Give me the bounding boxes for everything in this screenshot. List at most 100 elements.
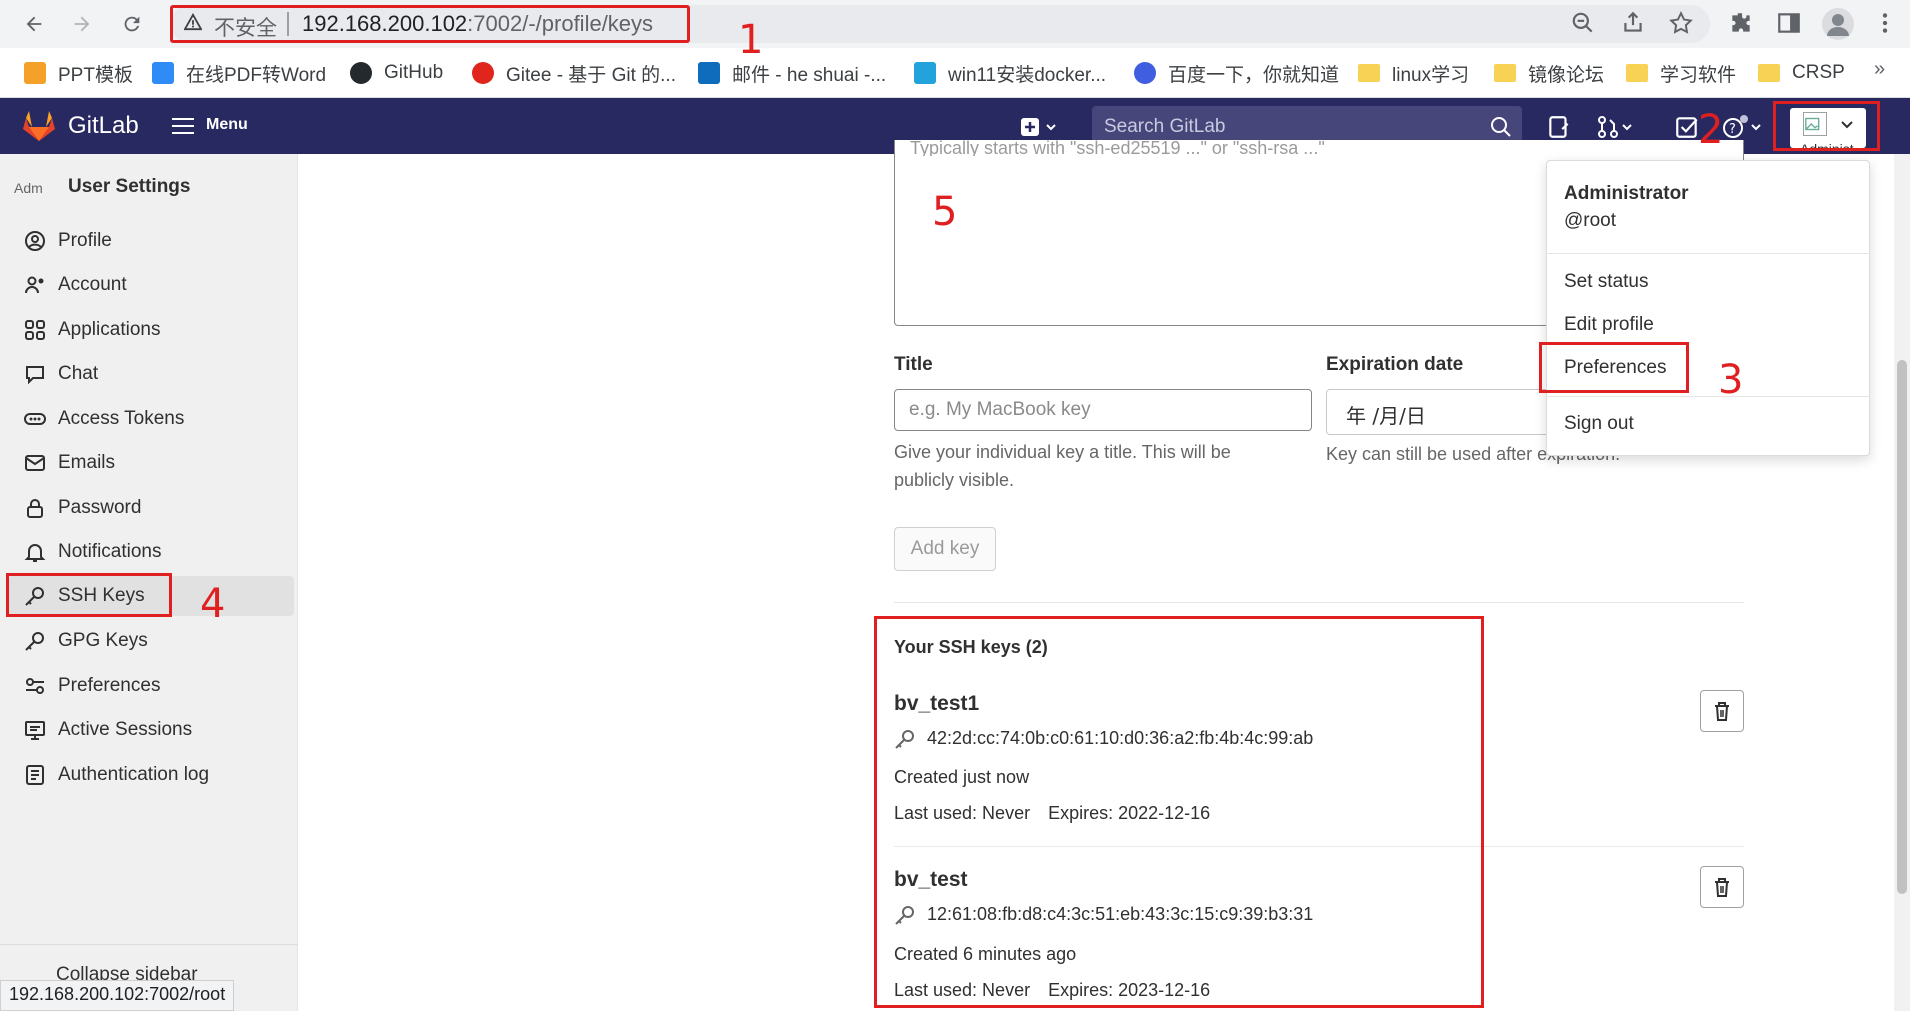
bookmark-label: GitHub — [384, 62, 444, 83]
sidebar-item-label: Authentication log — [58, 764, 210, 785]
sidebar-item-emails[interactable]: Emails — [8, 443, 294, 483]
trash-icon — [1715, 702, 1729, 721]
sidebar-item-label: Profile — [58, 230, 112, 251]
sidebar-item-active-sessions[interactable]: Active Sessions — [8, 710, 294, 750]
folder-icon — [1358, 64, 1380, 82]
svg-text:?: ? — [1729, 122, 1736, 137]
gitlab-brand[interactable]: GitLab — [68, 112, 139, 140]
bookmark-mail[interactable]: 邮件 - he shuai -... — [698, 60, 886, 86]
annotation-box-4 — [6, 573, 172, 617]
annotation-number-2: 2 — [1698, 107, 1724, 153]
sidebar-item-gpg-keys[interactable]: GPG Keys — [8, 621, 294, 661]
annotation-box-2 — [1773, 101, 1880, 151]
forward-icon[interactable] — [66, 8, 98, 40]
sidebar-item-label: Active Sessions — [58, 719, 193, 740]
chrome-menu-icon[interactable] — [1872, 10, 1900, 38]
title-input[interactable] — [894, 389, 1312, 431]
expiration-label: Expiration date — [1326, 354, 1464, 375]
sidebar-item-chat[interactable]: Chat — [8, 354, 294, 394]
star-icon[interactable] — [1668, 10, 1696, 38]
share-icon[interactable] — [1620, 10, 1648, 38]
bookmark-label: CRSP — [1792, 62, 1845, 83]
hamburger-icon[interactable] — [172, 116, 194, 136]
sidebar-avatar: Adm — [14, 180, 43, 196]
bookmark-github[interactable]: GitHub — [350, 60, 443, 86]
bookmark-pdf[interactable]: 在线PDF转Word — [152, 60, 326, 86]
bookmark-crsp[interactable]: CRSP — [1758, 60, 1845, 86]
dropdown-user-name[interactable]: Administrator — [1564, 183, 1689, 205]
set-status-item[interactable]: Set status — [1564, 271, 1649, 293]
sidebar-item-label: GPG Keys — [58, 630, 148, 651]
edit-profile-item[interactable]: Edit profile — [1564, 314, 1654, 336]
bookmark-label: 百度一下，你就知道 — [1168, 64, 1340, 86]
bookmark-mirror[interactable]: 镜像论坛 — [1494, 60, 1604, 86]
bookmark-label: win11安装docker... — [948, 64, 1107, 86]
bookmark-docker[interactable]: win11安装docker... — [914, 60, 1106, 86]
sidebar-item-account[interactable]: Account — [8, 265, 294, 305]
zoom-icon[interactable] — [1570, 10, 1598, 38]
bookmark-label: 在线PDF转Word — [186, 64, 327, 86]
account-icon — [24, 274, 46, 296]
email-icon — [24, 452, 46, 474]
folder-icon — [1758, 64, 1780, 82]
trash-icon — [1715, 878, 1729, 897]
add-key-button[interactable]: Add key — [894, 527, 996, 571]
menu-button[interactable]: Menu — [206, 116, 248, 134]
bookmarks-more-icon[interactable]: » — [1874, 58, 1885, 81]
bell-icon — [24, 541, 46, 563]
bookmark-baidu[interactable]: 百度一下，你就知道 — [1134, 60, 1339, 86]
sidebar-item-password[interactable]: Password — [8, 488, 294, 528]
annotation-number-1: 1 — [738, 17, 764, 63]
annotation-box-3 — [1539, 342, 1689, 393]
chrome-profile-icon[interactable] — [1822, 8, 1854, 40]
new-dropdown-icon[interactable] — [1020, 116, 1060, 138]
folder-icon — [1494, 64, 1516, 82]
sidebar-item-label: Account — [58, 274, 127, 295]
side-panel-icon[interactable] — [1776, 10, 1804, 38]
divider — [1546, 396, 1870, 397]
bookmark-label: PPT模板 — [58, 64, 133, 86]
chat-icon — [24, 363, 46, 385]
log-icon — [24, 764, 46, 786]
applications-icon — [24, 319, 46, 341]
sidebar-title[interactable]: User Settings — [68, 176, 190, 198]
sidebar-item-notifications[interactable]: Notifications — [8, 532, 294, 572]
back-icon[interactable] — [18, 8, 50, 40]
sidebar-item-label: Applications — [58, 319, 161, 340]
sidebar-item-applications[interactable]: Applications — [8, 310, 294, 350]
preferences-icon — [24, 675, 46, 697]
gitee-icon — [472, 62, 494, 84]
bookmark-software[interactable]: 学习软件 — [1626, 60, 1736, 86]
search-icon[interactable] — [1490, 116, 1512, 138]
bookmark-ppt[interactable]: PPT模板 — [24, 60, 133, 86]
sidebar-item-label: Notifications — [58, 541, 162, 562]
folder-icon — [1626, 64, 1648, 82]
reload-icon[interactable] — [116, 8, 148, 40]
bookmark-gitee[interactable]: Gitee - 基于 Git 的... — [472, 60, 676, 86]
annotation-number-3: 3 — [1718, 357, 1744, 403]
pdf-icon — [152, 62, 174, 84]
expiration-date-value: 年 /月/日 — [1346, 404, 1426, 428]
bilibili-icon — [914, 62, 936, 84]
profile-icon — [24, 230, 46, 252]
sidebar-item-access-tokens[interactable]: Access Tokens — [8, 399, 294, 439]
sidebar-item-profile[interactable]: Profile — [8, 221, 294, 261]
bookmark-linux[interactable]: linux学习 — [1358, 60, 1469, 86]
bookmark-label: linux学习 — [1392, 64, 1470, 86]
sidebar-item-authentication-log[interactable]: Authentication log — [8, 755, 294, 795]
sidebar-item-label: Chat — [58, 363, 99, 384]
bookmark-label: 镜像论坛 — [1528, 64, 1605, 86]
delete-key-button[interactable] — [1700, 866, 1744, 908]
baidu-icon — [1134, 62, 1156, 84]
bookmark-label: 邮件 - he shuai -... — [732, 64, 887, 86]
sign-out-item[interactable]: Sign out — [1564, 413, 1634, 435]
sidebar-item-label: Emails — [58, 452, 116, 473]
delete-key-button[interactable] — [1700, 690, 1744, 732]
gitlab-logo-icon[interactable] — [22, 110, 56, 142]
annotation-number-4: 4 — [200, 581, 226, 627]
annotation-box-keys — [874, 616, 1484, 1008]
sidebar-item-preferences[interactable]: Preferences — [8, 666, 294, 706]
scrollbar-thumb[interactable] — [1897, 360, 1907, 894]
github-icon — [350, 62, 372, 84]
extensions-icon[interactable] — [1728, 10, 1756, 38]
